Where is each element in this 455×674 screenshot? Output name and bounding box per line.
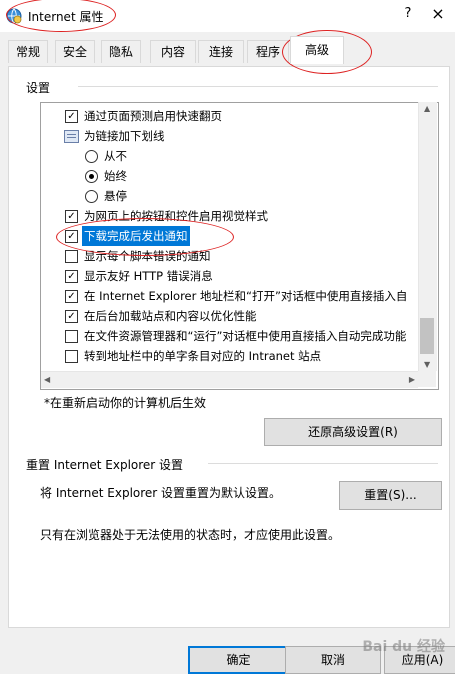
- help-button[interactable]: ?: [397, 6, 419, 26]
- setting-label: 通过页面预测启用快速翻页: [84, 109, 222, 123]
- checkbox-checked[interactable]: ✓: [65, 310, 78, 323]
- reset-group-label: 重置 Internet Explorer 设置: [26, 458, 184, 472]
- tab-security[interactable]: 安全: [55, 40, 95, 63]
- setting-script-error-notify[interactable]: 显示每个脚本错误的通知: [41, 246, 419, 266]
- scroll-left-arrow-icon[interactable]: ◀: [44, 375, 50, 384]
- tab-privacy[interactable]: 隐私: [101, 40, 141, 63]
- radio-button[interactable]: [85, 150, 98, 163]
- radio-underline-always[interactable]: 始终: [41, 166, 419, 186]
- tab-advanced[interactable]: 高级: [290, 36, 344, 64]
- title-bar: Internet 属性 ? ×: [0, 0, 455, 32]
- reset-group-divider: [208, 463, 438, 464]
- setting-label-selected: 下载完成后发出通知: [82, 226, 190, 246]
- checkbox-checked[interactable]: ✓: [65, 290, 78, 303]
- settings-listbox[interactable]: ✓ 通过页面预测启用快速翻页 为链接加下划线 从不 始终 悬停 ✓ 为网页上的按…: [40, 102, 439, 390]
- setting-label: 从不: [104, 149, 127, 163]
- horizontal-scrollbar[interactable]: ◀ ▶: [41, 371, 418, 388]
- scroll-corner: [418, 371, 436, 387]
- setting-intranet-single-word[interactable]: 转到地址栏中的单字条目对应的 Intranet 站点: [41, 346, 419, 366]
- reset-description: 将 Internet Explorer 设置重置为默认设置。: [40, 486, 282, 500]
- setting-label: 显示友好 HTTP 错误消息: [84, 269, 213, 283]
- scroll-up-arrow-icon[interactable]: ▲: [424, 104, 430, 113]
- radio-button-selected[interactable]: [85, 170, 98, 183]
- checkbox-checked[interactable]: ✓: [65, 210, 78, 223]
- watermark: Bai du 经验: [362, 639, 445, 655]
- setting-label: 转到地址栏中的单字条目对应的 Intranet 站点: [84, 349, 322, 363]
- setting-label: 在 Internet Explorer 地址栏和“打开”对话框中使用直接插入自: [84, 289, 408, 303]
- tab-strip: 常规 安全 隐私 内容 连接 程序 高级: [0, 36, 455, 66]
- setting-group-underline-links: 为链接加下划线: [41, 126, 419, 146]
- setting-label: 在后台加载站点和内容以优化性能: [84, 309, 257, 323]
- setting-label: 始终: [104, 169, 127, 183]
- checkbox-checked[interactable]: ✓: [65, 230, 78, 243]
- scroll-right-arrow-icon[interactable]: ▶: [409, 375, 415, 384]
- setting-label: 为链接加下划线: [84, 129, 165, 143]
- setting-flip-ahead[interactable]: ✓ 通过页面预测启用快速翻页: [41, 106, 419, 126]
- setting-visual-styles[interactable]: ✓ 为网页上的按钮和控件启用视觉样式: [41, 206, 419, 226]
- checkbox-checked[interactable]: ✓: [65, 270, 78, 283]
- setting-friendly-http-errors[interactable]: ✓ 显示友好 HTTP 错误消息: [41, 266, 419, 286]
- reset-button[interactable]: 重置(S)...: [339, 481, 442, 510]
- setting-inline-autocomplete-addressbar[interactable]: ✓ 在 Internet Explorer 地址栏和“打开”对话框中使用直接插入…: [41, 286, 419, 306]
- scroll-down-arrow-icon[interactable]: ▼: [424, 360, 430, 369]
- tab-general[interactable]: 常规: [8, 40, 48, 63]
- setting-label: 在文件资源管理器和“运行”对话框中使用直接插入自动完成功能: [84, 329, 407, 343]
- checkbox-checked[interactable]: ✓: [65, 110, 78, 123]
- setting-inline-autocomplete-explorer[interactable]: 在文件资源管理器和“运行”对话框中使用直接插入自动完成功能: [41, 326, 419, 346]
- setting-label: 显示每个脚本错误的通知: [84, 249, 211, 263]
- setting-label: 为网页上的按钮和控件启用视觉样式: [84, 209, 268, 223]
- tab-programs[interactable]: 程序: [247, 40, 289, 63]
- setting-label: 悬停: [104, 189, 127, 203]
- window-title: Internet 属性: [28, 10, 104, 24]
- checkbox-unchecked[interactable]: [65, 350, 78, 363]
- close-button[interactable]: ×: [425, 4, 451, 28]
- setting-download-notify[interactable]: ✓ 下载完成后发出通知: [41, 226, 419, 246]
- vertical-scroll-thumb[interactable]: [420, 318, 434, 354]
- restart-note: *在重新启动你的计算机后生效: [44, 396, 207, 410]
- checkbox-unchecked[interactable]: [65, 250, 78, 263]
- settings-group-divider: [78, 86, 438, 87]
- internet-options-icon: [6, 8, 22, 24]
- settings-group-icon: [64, 130, 79, 143]
- reset-note: 只有在浏览器处于无法使用的状态时，才应使用此设置。: [40, 528, 341, 542]
- ok-button[interactable]: 确定: [188, 646, 289, 674]
- radio-button[interactable]: [85, 190, 98, 203]
- radio-underline-never[interactable]: 从不: [41, 146, 419, 166]
- tab-connections[interactable]: 连接: [198, 40, 244, 63]
- settings-group-label: 设置: [26, 81, 51, 95]
- tab-content[interactable]: 内容: [150, 40, 196, 63]
- setting-background-loading[interactable]: ✓ 在后台加载站点和内容以优化性能: [41, 306, 419, 326]
- restore-advanced-settings-button[interactable]: 还原高级设置(R): [264, 418, 442, 446]
- radio-underline-hover[interactable]: 悬停: [41, 186, 419, 206]
- checkbox-unchecked[interactable]: [65, 330, 78, 343]
